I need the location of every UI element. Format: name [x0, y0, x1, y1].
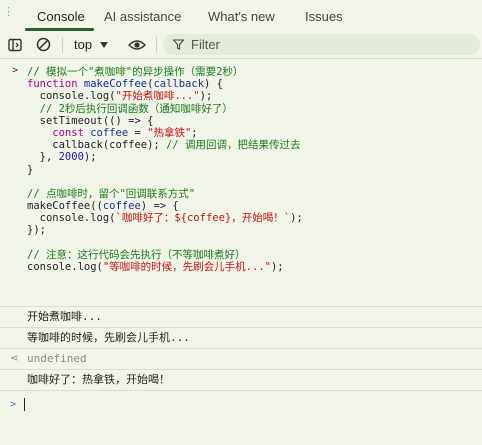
code-line: console.log("等咖啡的时候，先刷会儿手机...");: [27, 261, 303, 273]
code-token: // 点咖啡时，留个"回调联系方式": [27, 187, 196, 200]
console-log-message: 等咖啡的时候，先刷会儿手机...: [0, 327, 482, 348]
console-prompt-row[interactable]: >: [0, 390, 482, 420]
filter-icon: [173, 31, 184, 58]
code-token: // 调用回调，把结果传过去: [166, 139, 301, 152]
filter-placeholder: Filter: [191, 37, 220, 52]
code-token: );: [270, 261, 284, 273]
code-token: function: [27, 78, 84, 91]
return-arrow-icon: ⋖: [10, 353, 19, 364]
code-token: "开始煮咖啡...": [115, 90, 200, 103]
code-token: );: [83, 151, 97, 164]
sidebar-toggle-icon[interactable]: [6, 31, 24, 58]
code-line: }: [27, 164, 303, 176]
code-token: // 2秒后执行回调函数（通知咖啡好了）: [27, 102, 233, 115]
context-selector[interactable]: top: [74, 31, 92, 58]
code-line: callback(coffee); // 调用回调，把结果传过去: [27, 139, 303, 151]
chevron-down-icon[interactable]: [100, 42, 108, 48]
tab-console[interactable]: Console: [37, 0, 85, 31]
log-text: 开始煮咖啡...: [27, 310, 102, 323]
code-line: console.log(`咖啡好了：${coffee}，开始喝！`);: [27, 212, 303, 224]
code-token: "等咖啡的时候，先刷会儿手机...": [102, 261, 271, 273]
text-cursor: [24, 398, 25, 411]
code-token: ;: [191, 126, 198, 139]
code-token: makeCoffee: [83, 78, 148, 91]
code-line: });: [27, 224, 303, 236]
code-line: console.log("开始煮咖啡...");: [27, 90, 303, 102]
code-token: const: [27, 126, 91, 139]
code-token: // 注意：这行代码会先执行（不等咖啡煮好）: [27, 248, 246, 261]
clear-console-icon[interactable]: [33, 31, 53, 58]
code-token: coffee: [102, 200, 141, 213]
code-token: });: [27, 224, 46, 237]
code-token: 2000: [58, 151, 84, 164]
code-token: `咖啡好了：${coffee}，开始喝！`: [115, 212, 291, 225]
code-token: );: [290, 212, 303, 225]
code-token: coffee: [90, 126, 129, 139]
tab-issues[interactable]: Issues: [305, 0, 343, 31]
code-token: },: [27, 151, 59, 164]
code-line: const coffee = "热拿铁";: [27, 127, 303, 139]
code-token: "热拿铁": [147, 126, 192, 139]
console-return-value: ⋖ undefined: [0, 348, 482, 369]
code-line: // 2秒后执行回调函数（通知咖啡好了）: [27, 103, 303, 115]
drawer-tab-bar: ⋮ Console AI assistance What's new Issue…: [0, 0, 482, 32]
code-token: callback(coffee);: [27, 139, 167, 152]
code-token: callback: [153, 78, 205, 91]
toolbar-divider: [156, 37, 157, 53]
code-token: console.log(: [27, 212, 116, 225]
eye-icon[interactable]: [126, 31, 148, 58]
code-line: }, 2000);: [27, 151, 303, 163]
log-text: 咖啡好了：热拿铁，开始喝！: [27, 373, 170, 386]
code-token: makeCoffee((: [27, 200, 103, 213]
tab-ai-assistance[interactable]: AI assistance: [104, 0, 181, 31]
drag-handle-icon[interactable]: ⋮: [3, 0, 14, 27]
code-token: ) => {: [140, 200, 179, 213]
code-token: setTimeout(() => {: [27, 114, 154, 127]
filter-input[interactable]: Filter: [163, 34, 480, 55]
code-token: =: [128, 126, 148, 139]
code-token: console.log(: [27, 261, 103, 273]
code-line: // 点咖啡时，留个"回调联系方式": [27, 188, 303, 200]
code-line: // 注意：这行代码会先执行（不等咖啡煮好）: [27, 249, 303, 261]
input-echo-chevron-icon: >: [12, 65, 19, 76]
code-token: );: [199, 90, 213, 103]
code-line: // 模拟一个"煮咖啡"的异步操作（需要2秒）: [27, 66, 303, 78]
console-log-message: 咖啡好了：热拿铁，开始喝！: [0, 369, 482, 390]
code-token: ) {: [204, 78, 223, 91]
return-value-text: undefined: [27, 352, 87, 365]
console-toolbar: top Filter: [0, 31, 482, 59]
console-log-message: 开始煮咖啡...: [0, 306, 482, 327]
tab-whats-new[interactable]: What's new: [208, 0, 275, 31]
code-block: // 模拟一个"煮咖啡"的异步操作（需要2秒） function makeCoff…: [27, 66, 303, 273]
toolbar-divider: [62, 37, 63, 53]
code-line: function makeCoffee(callback) {: [27, 78, 303, 90]
code-line: makeCoffee((coffee) => {: [27, 200, 303, 212]
prompt-chevron-icon: >: [10, 399, 17, 410]
code-token: // 模拟一个"煮咖啡"的异步操作（需要2秒）: [27, 66, 244, 78]
code-token: }: [27, 163, 34, 176]
code-token: console.log(: [27, 90, 116, 103]
log-text: 等咖啡的时候，先刷会儿手机...: [27, 331, 190, 344]
code-line: setTimeout(() => {: [27, 115, 303, 127]
